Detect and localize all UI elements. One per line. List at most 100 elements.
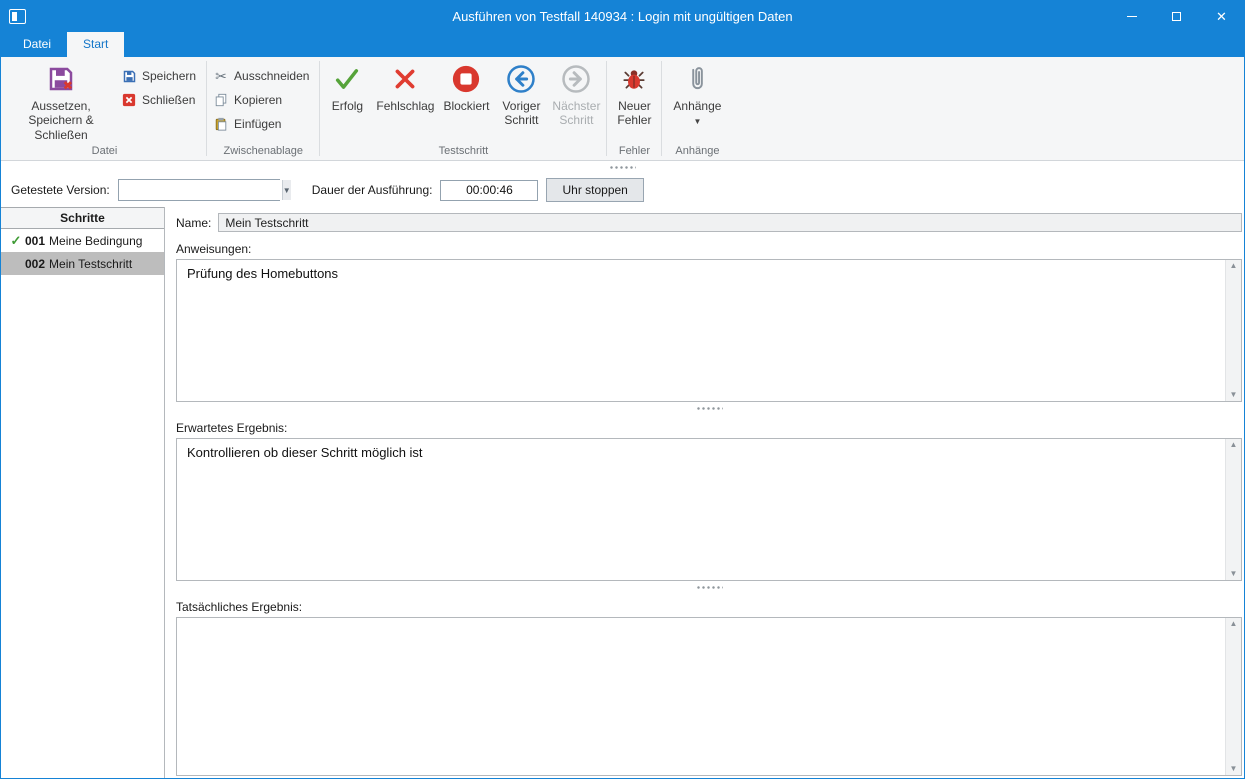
splitter-dots [696,586,723,589]
new-error-button[interactable]: Neuer Fehler [609,58,659,144]
fail-x-icon [392,63,418,95]
name-row: Name: [176,213,1242,232]
paperclip-icon [685,63,709,95]
actual-result-textarea[interactable]: ▲ ▼ [176,617,1242,776]
name-label: Name: [176,216,211,230]
group-label-anhaenge: Anhänge [664,144,730,160]
scroll-up-icon: ▲ [1230,441,1238,449]
expected-result-label: Erwartetes Ergebnis: [176,421,1242,435]
next-step-button[interactable]: Nächster Schritt [548,58,604,144]
step-row-001[interactable]: ✓ 001 Meine Bedingung [1,229,164,252]
section-splitter-handle[interactable] [176,581,1242,593]
tab-start[interactable]: Start [67,32,124,57]
actual-result-scrollbar[interactable]: ▲ ▼ [1225,618,1241,775]
vertical-splitter[interactable] [165,207,172,778]
close-file-label: Schließen [142,93,195,107]
scissors-icon: ✂ [213,68,229,84]
minimize-icon [1127,16,1137,17]
steps-header: Schritte [1,207,164,229]
app-icon[interactable] [9,9,26,24]
clipboard-buttons: ✂ Ausschneiden Kopieren [209,58,317,144]
attachments-label: Anhänge [673,99,721,113]
bug-icon [621,63,647,95]
cut-label: Ausschneiden [234,69,309,83]
next-step-icon [561,63,591,95]
ribbon-group-anhaenge: Anhänge ▼ Anhänge [662,57,732,160]
fail-label: Fehlschlag [376,99,434,113]
ribbon-group-testschritt: Erfolg Fehlschlag [320,57,606,160]
steps-panel: Schritte ✓ 001 Meine Bedingung 002 Mein … [1,207,165,778]
fail-button[interactable]: Fehlschlag [372,58,438,144]
new-error-label: Neuer Fehler [614,99,654,128]
instructions-textarea[interactable]: Prüfung des Homebuttons ▲ ▼ [176,259,1242,402]
maximize-button[interactable] [1154,1,1199,31]
tab-datei[interactable]: Datei [7,32,67,57]
minimize-button[interactable] [1109,1,1154,31]
success-check-icon [333,63,361,95]
actual-result-text[interactable] [177,618,1225,775]
step-detail-panel: Name: Anweisungen: Prüfung des Homebutto… [172,207,1244,778]
success-button[interactable]: Erfolg [322,58,372,144]
step-label: Mein Testschritt [49,257,132,271]
step-label: Meine Bedingung [49,234,142,248]
ribbon-group-datei: Aussetzen, Speichern & Schließen Speiche… [3,57,206,160]
step-row-002[interactable]: 002 Mein Testschritt [1,252,164,275]
expected-result-scrollbar[interactable]: ▲ ▼ [1225,439,1241,580]
scroll-down-icon: ▼ [1230,391,1238,399]
cut-button[interactable]: ✂ Ausschneiden [213,68,309,84]
save-icon [121,68,137,84]
group-label-fehler: Fehler [609,144,659,160]
suspend-save-close-button[interactable]: Aussetzen, Speichern & Schließen [5,58,117,144]
group-label-zwischenablage: Zwischenablage [209,144,317,160]
section-splitter-handle[interactable] [176,402,1242,414]
splitter-dots [696,407,723,410]
instructions-text[interactable]: Prüfung des Homebuttons [177,260,1225,401]
prev-step-label: Voriger Schritt [499,99,543,128]
instructions-label: Anweisungen: [176,242,1242,256]
stop-clock-button[interactable]: Uhr stoppen [546,178,643,202]
blocked-label: Blockiert [443,99,489,113]
suspend-save-close-label: Aussetzen, Speichern & Schließen [10,99,112,142]
expected-result-textarea[interactable]: Kontrollieren ob dieser Schritt möglich … [176,438,1242,581]
success-label: Erfolg [332,99,363,113]
save-button[interactable]: Speichern [121,68,196,84]
paste-button[interactable]: Einfügen [213,116,309,132]
name-field[interactable] [218,213,1242,232]
splitter-dots [609,166,636,169]
prev-step-button[interactable]: Voriger Schritt [494,58,548,144]
paste-icon [213,116,229,132]
copy-icon [213,92,229,108]
close-button[interactable]: ✕ [1199,1,1244,31]
expected-result-text[interactable]: Kontrollieren ob dieser Schritt möglich … [177,439,1225,580]
attachments-button[interactable]: Anhänge ▼ [664,58,730,144]
copy-label: Kopieren [234,93,282,107]
chevron-down-icon: ▼ [283,186,291,195]
close-file-button[interactable]: Schließen [121,92,196,108]
copy-button[interactable]: Kopieren [213,92,309,108]
window-controls: ✕ [1109,1,1244,31]
ribbon: Aussetzen, Speichern & Schließen Speiche… [1,57,1244,161]
app-window: Ausführen von Testfall 140934 : Login mi… [0,0,1245,779]
content-area: Schritte ✓ 001 Meine Bedingung 002 Mein … [1,207,1244,778]
ribbon-tabs: Datei Start [1,31,1244,57]
scroll-down-icon: ▼ [1230,765,1238,773]
ribbon-splitter-handle[interactable] [1,161,1244,173]
instructions-scrollbar[interactable]: ▲ ▼ [1225,260,1241,401]
ribbon-group-zwischenablage: ✂ Ausschneiden Kopieren [207,57,319,160]
blocked-button[interactable]: Blockiert [438,58,494,144]
scroll-up-icon: ▲ [1230,262,1238,270]
title-bar: Ausführen von Testfall 140934 : Login mi… [1,1,1244,31]
tested-version-combo[interactable]: ▼ [118,179,280,201]
scroll-down-icon: ▼ [1230,570,1238,578]
step-number: 001 [25,234,45,248]
ribbon-group-fehler: Neuer Fehler Fehler [607,57,661,160]
group-label-testschritt: Testschritt [322,144,604,160]
tested-version-input[interactable] [119,180,282,200]
duration-label: Dauer der Ausführung: [312,183,433,197]
step-passed-check-icon: ✓ [7,233,25,249]
duration-input[interactable] [440,180,538,201]
save-label: Speichern [142,69,196,83]
tested-version-dropdown-button[interactable]: ▼ [282,180,291,200]
prev-step-icon [506,63,536,95]
save-suspend-icon [46,63,76,95]
